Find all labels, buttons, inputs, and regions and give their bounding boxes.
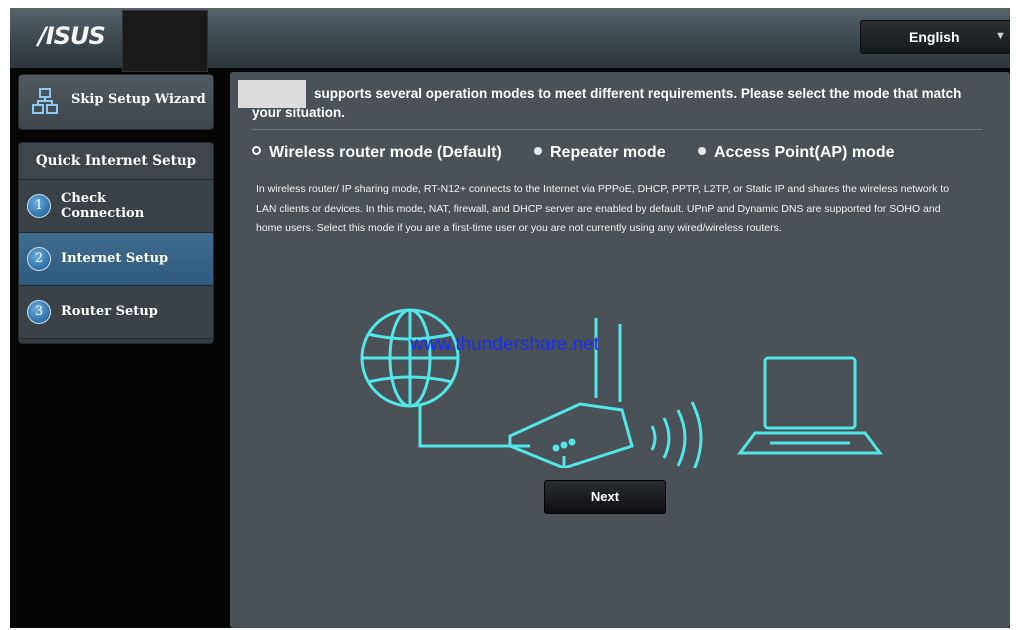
step-label: Check Connection: [61, 191, 145, 221]
radio-icon: [698, 146, 706, 155]
redacted-block: [122, 10, 208, 72]
step-number-icon: 3: [27, 300, 51, 324]
quick-setup-title: Quick Internet Setup: [19, 143, 213, 180]
watermark-text: www.thundershare.net: [410, 334, 600, 355]
top-bar: /ISUS English ▼: [10, 8, 1010, 72]
mode-description: In wireless router/ IP sharing mode, RT-…: [256, 183, 950, 234]
step-check-connection[interactable]: 1 Check Connection: [19, 180, 213, 233]
step-router-setup[interactable]: 3 Router Setup: [19, 286, 213, 339]
mode-selector: Wireless router mode (Default) Repeater …: [252, 144, 992, 168]
mode-repeater[interactable]: Repeater mode: [534, 144, 666, 162]
next-button[interactable]: Next: [544, 480, 666, 514]
cable: [418, 406, 530, 448]
language-select[interactable]: English ▼: [860, 20, 1010, 54]
mode-access-point[interactable]: Access Point(AP) mode: [698, 144, 894, 162]
language-label: English: [909, 29, 960, 45]
wifi-signal-icon: [650, 401, 703, 468]
globe-icon: [360, 308, 460, 408]
skip-setup-wizard-button[interactable]: Skip Setup Wizard: [18, 74, 214, 130]
main-panel: supports several operation modes to meet…: [230, 72, 1010, 628]
quick-setup-menu: Quick Internet Setup 1 Check Connection …: [18, 142, 214, 344]
network-illustration: [360, 308, 883, 468]
step-label: Internet Setup: [61, 251, 169, 266]
step-internet-setup[interactable]: 2 Internet Setup: [19, 233, 213, 286]
router-setup-window: /ISUS English ▼ Skip Setup Wizard Quick …: [10, 8, 1010, 628]
intro-text: supports several operation modes to meet…: [252, 86, 962, 120]
radio-icon: [534, 146, 542, 155]
divider: [252, 129, 982, 130]
step-number-icon: 2: [27, 247, 51, 271]
radio-selected-icon: [252, 146, 261, 156]
network-icon: [32, 88, 58, 114]
step-number-icon: 1: [27, 194, 51, 218]
asus-logo: /ISUS: [38, 22, 106, 50]
laptop-icon: [737, 356, 883, 455]
mode-wireless-router[interactable]: Wireless router mode (Default): [252, 144, 502, 162]
skip-setup-wizard-label: Skip Setup Wizard: [71, 92, 206, 107]
step-label: Router Setup: [61, 304, 158, 319]
chevron-down-icon: ▼: [995, 30, 1006, 42]
